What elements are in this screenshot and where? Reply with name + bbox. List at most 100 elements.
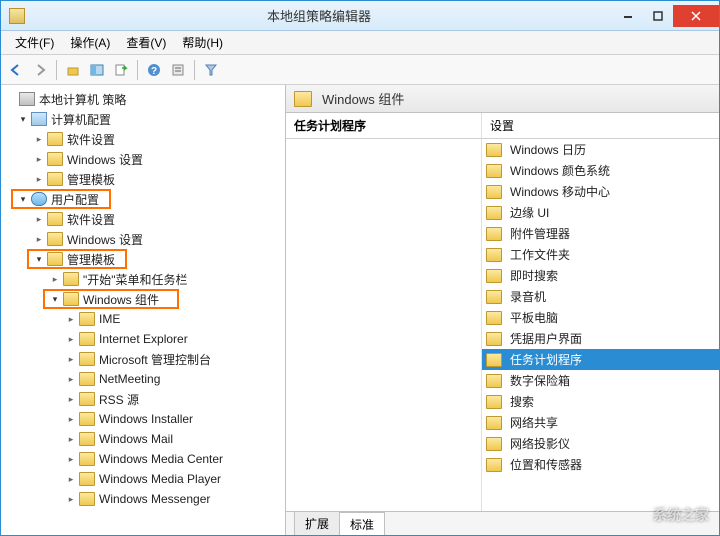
maximize-button[interactable] [643,5,673,27]
tree-item[interactable]: Windows 设置 [1,229,285,249]
tree-pane[interactable]: 本地计算机 策略 计算机配置 软件设置 Windows 设置 管理模板 [1,85,286,535]
tree-item[interactable]: 管理模板 [1,169,285,189]
list-item[interactable]: 凭据用户界面 [482,328,719,349]
export-icon [114,63,128,77]
expander-icon[interactable] [65,333,77,345]
folder-icon [294,91,312,107]
tree-item[interactable]: 软件设置 [1,209,285,229]
folder-icon [47,212,63,226]
tree-item[interactable]: "开始"菜单和任务栏 [1,269,285,289]
forward-button[interactable] [29,59,51,81]
list-item[interactable]: 任务计划程序 [482,349,719,370]
expander-icon[interactable] [65,373,77,385]
tab-standard[interactable]: 标准 [339,512,385,535]
tree-item[interactable]: 软件设置 [1,129,285,149]
description-column [286,139,481,511]
expander-icon[interactable] [49,273,61,285]
expander-icon[interactable] [65,473,77,485]
tree-computer-config[interactable]: 计算机配置 [1,109,285,129]
settings-list[interactable]: Windows 日历Windows 颜色系统Windows 移动中心边缘 UI附… [481,139,719,511]
menu-action[interactable]: 操作(A) [62,31,118,54]
expander-icon[interactable] [17,193,29,205]
expander-icon[interactable] [65,353,77,365]
titlebar[interactable]: 本地组策略编辑器 [1,1,719,31]
folder-icon [486,227,502,241]
menu-help[interactable]: 帮助(H) [174,31,231,54]
tree-item[interactable]: NetMeeting [1,369,285,389]
app-icon [9,8,25,24]
tree-item[interactable]: Windows Media Player [1,469,285,489]
help-button[interactable]: ? [143,59,165,81]
settings-column-header[interactable]: 设置 [481,113,719,138]
list-item[interactable]: 网络投影仪 [482,433,719,454]
list-item[interactable]: 边缘 UI [482,202,719,223]
close-icon [691,11,701,21]
show-hide-tree-button[interactable] [86,59,108,81]
list-item[interactable]: 搜索 [482,391,719,412]
tree-item[interactable]: Internet Explorer [1,329,285,349]
properties-button[interactable] [167,59,189,81]
tab-extended[interactable]: 扩展 [294,511,340,535]
list-item[interactable]: 平板电脑 [482,307,719,328]
menu-view[interactable]: 查看(V) [118,31,174,54]
list-item[interactable]: 数字保险箱 [482,370,719,391]
separator [194,60,195,80]
expander-icon[interactable] [49,293,61,305]
back-button[interactable] [5,59,27,81]
list-item[interactable]: 位置和传感器 [482,454,719,475]
expander-icon[interactable] [33,153,45,165]
minimize-button[interactable] [613,5,643,27]
tree-item[interactable]: Microsoft 管理控制台 [1,349,285,369]
help-icon: ? [147,63,161,77]
tree-user-config[interactable]: 用户配置 [1,189,285,209]
tree-admin-templates[interactable]: 管理模板 [1,249,285,269]
funnel-icon [204,63,218,77]
tree-item[interactable]: IME [1,309,285,329]
separator [137,60,138,80]
tree-item[interactable]: Windows Mail [1,429,285,449]
list-item[interactable]: 录音机 [482,286,719,307]
expander-icon[interactable] [33,233,45,245]
tree-item[interactable]: Windows Messenger [1,489,285,509]
expander-icon[interactable] [33,133,45,145]
expander-icon[interactable] [17,113,29,125]
arrow-left-icon [9,63,23,77]
tree-item[interactable]: Windows Media Center [1,449,285,469]
folder-icon [79,412,95,426]
list-item[interactable]: Windows 颜色系统 [482,160,719,181]
list-item[interactable]: 即时搜索 [482,265,719,286]
folder-icon [486,374,502,388]
tree-item[interactable]: Windows Installer [1,409,285,429]
list-item-label: 网络共享 [510,414,558,431]
folder-icon [79,352,95,366]
expander-icon[interactable] [65,453,77,465]
list-item[interactable]: 网络共享 [482,412,719,433]
list-item[interactable]: Windows 日历 [482,139,719,160]
folder-icon [486,437,502,451]
right-header-title: Windows 组件 [322,89,404,108]
expander-icon[interactable] [65,393,77,405]
expander-icon[interactable] [33,253,45,265]
tree-item[interactable]: Windows 设置 [1,149,285,169]
list-item-label: 录音机 [510,288,546,305]
close-button[interactable] [673,5,719,27]
expander-icon[interactable] [65,413,77,425]
expander-icon[interactable] [33,173,45,185]
up-button[interactable] [62,59,84,81]
expander-icon[interactable] [33,213,45,225]
folder-icon [47,252,63,266]
expander-icon[interactable] [65,313,77,325]
menu-file[interactable]: 文件(F) [7,31,62,54]
tree-item[interactable]: RSS 源 [1,389,285,409]
expander-icon[interactable] [65,433,77,445]
list-item-label: 搜索 [510,393,534,410]
list-item[interactable]: 附件管理器 [482,223,719,244]
list-item[interactable]: Windows 移动中心 [482,181,719,202]
expander-icon[interactable] [65,493,77,505]
columns-header: 任务计划程序 设置 [286,113,719,139]
export-list-button[interactable] [110,59,132,81]
filter-button[interactable] [200,59,222,81]
tree-root[interactable]: 本地计算机 策略 [1,89,285,109]
tree-windows-components[interactable]: Windows 组件 [1,289,285,309]
list-item[interactable]: 工作文件夹 [482,244,719,265]
